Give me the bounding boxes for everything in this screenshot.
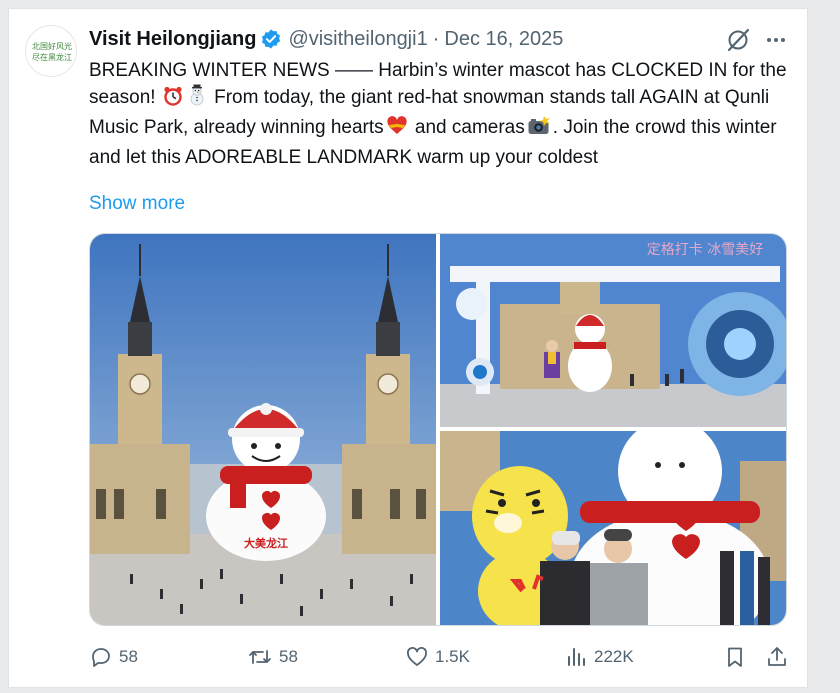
reply-count: 58 (119, 647, 138, 666)
bookmark-button[interactable] (723, 642, 753, 672)
repost-icon (249, 650, 271, 664)
photo-tiger-mascot-selfie[interactable] (440, 431, 786, 625)
photo-frame-installation[interactable]: 定格打卡 冰雪美好 (440, 234, 786, 427)
repost-button[interactable]: 58 (247, 642, 298, 672)
separator-dot: · (432, 27, 440, 50)
views-icon (568, 648, 585, 666)
show-more-link[interactable]: Show more (89, 190, 185, 217)
tweet-text: BREAKING WINTER NEWS —— Harbin’s winter … (89, 57, 794, 171)
reply-icon (92, 648, 110, 667)
share-button[interactable] (765, 642, 795, 672)
tweet-text-part3: and cameras (409, 117, 525, 138)
views-count: 222K (594, 647, 634, 666)
snowman-sign-text: 大美龙江 (244, 536, 288, 550)
more-icon[interactable] (765, 29, 787, 51)
repost-count: 58 (279, 647, 298, 666)
action-bar: 58 58 1.5K 222K (89, 642, 794, 672)
tweet-card[interactable]: 北国好风光 尽在黑龙江 Visit Heilongjiang @visithei… (8, 8, 808, 688)
alarm-clock-icon (163, 86, 183, 114)
avatar-text-line1: 北国好风光 (32, 41, 72, 51)
reply-button[interactable]: 58 (89, 642, 138, 672)
share-icon (768, 647, 786, 666)
views-button[interactable]: 222K (564, 642, 634, 672)
photo-snowman-towers[interactable]: 大美龙江 (90, 234, 436, 625)
media-grid: 大美龙江 定格打卡 冰雪美好 (89, 233, 787, 626)
heart-ribbon-icon (386, 116, 408, 144)
author-name[interactable]: Visit Heilongjiang (89, 28, 256, 51)
photo2-sign-text: 定格打卡 冰雪美好 (647, 241, 763, 258)
like-count: 1.5K (435, 647, 470, 666)
snowman-icon (187, 84, 207, 114)
verified-badge-icon (260, 28, 282, 50)
avatar-logo: 北国好风光 尽在黑龙江 (32, 41, 72, 62)
grok-icon[interactable] (725, 27, 751, 53)
tweet-date[interactable]: Dec 16, 2025 (444, 28, 563, 51)
author-handle[interactable]: @visitheilongji1 (288, 28, 427, 51)
bookmark-icon (728, 647, 742, 667)
camera-flash-icon (527, 116, 551, 144)
avatar-text-line2: 尽在黑龙江 (32, 52, 72, 62)
like-icon (407, 647, 427, 666)
avatar[interactable]: 北国好风光 尽在黑龙江 (25, 25, 77, 77)
like-button[interactable]: 1.5K (405, 642, 470, 672)
author-row: Visit Heilongjiang @visitheilongji1 · De… (89, 24, 563, 54)
